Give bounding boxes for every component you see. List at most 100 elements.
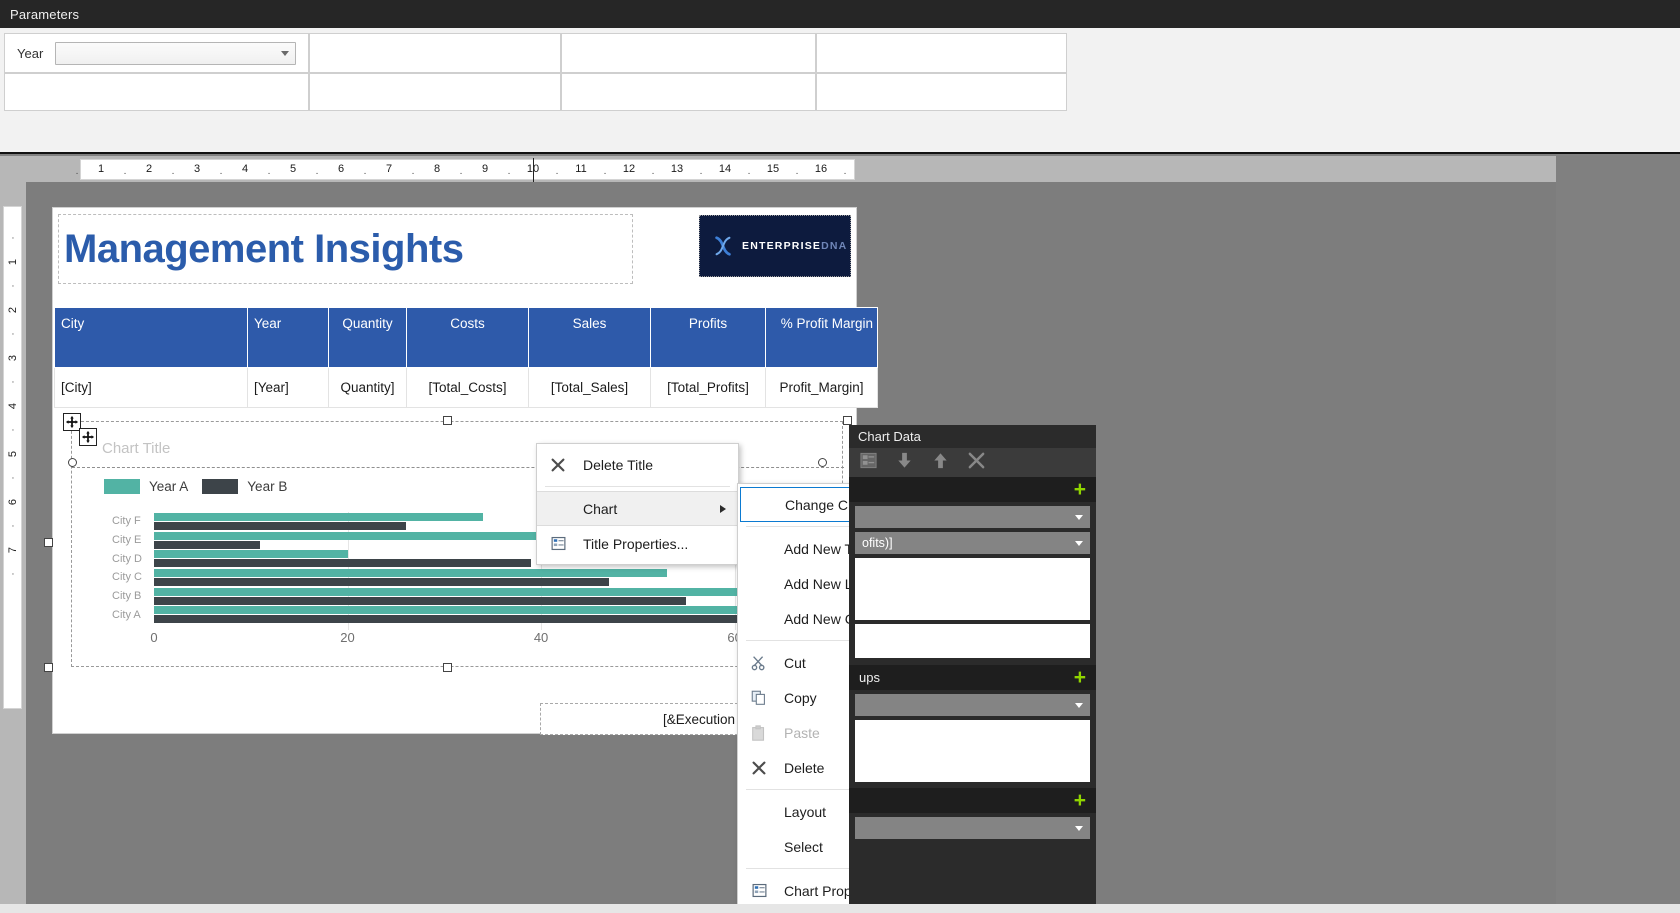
- chevron-down-icon[interactable]: [1075, 540, 1083, 546]
- panel-field-row-profits[interactable]: ofits)]: [855, 532, 1090, 554]
- selection-handle-bottom-left[interactable]: [44, 663, 53, 672]
- panel-field-row-blank-3[interactable]: [855, 817, 1090, 839]
- ruler-mark-3: 3: [193, 163, 201, 175]
- chart-bar[interactable]: [154, 550, 348, 559]
- report-title-textbox[interactable]: Management Insights: [58, 214, 633, 284]
- table-cell-quantity[interactable]: Quantity]: [328, 367, 407, 408]
- parameters-grid: Year: [4, 33, 1067, 111]
- add-field-button-category-groups[interactable]: +: [1074, 667, 1086, 688]
- panel-values-list-extra[interactable]: [855, 624, 1090, 658]
- panel-field-row-blank-1[interactable]: [855, 506, 1090, 528]
- chevron-down-icon[interactable]: [1075, 514, 1083, 520]
- selection-handle-top-center[interactable]: [443, 416, 452, 425]
- legend-swatch-year-a: [104, 479, 140, 494]
- parameter-label-year: Year: [17, 45, 44, 61]
- chevron-down-icon[interactable]: [1075, 702, 1083, 708]
- report-tablix[interactable]: City Year Quantity Costs Sales Profits %…: [54, 307, 878, 408]
- ruler-minor-tick: ·: [315, 168, 319, 179]
- parameter-cell-empty-2[interactable]: [561, 33, 816, 73]
- panel-field-row-blank-2[interactable]: [855, 694, 1090, 716]
- menu-item-delete-title[interactable]: Delete Title: [537, 447, 738, 482]
- chart-bar[interactable]: [154, 569, 667, 577]
- ruler-v-minor-tick: ·: [7, 284, 18, 288]
- chart-bar[interactable]: [154, 559, 532, 568]
- ruler-minor-tick: ·: [747, 168, 751, 179]
- properties-icon[interactable]: [859, 451, 878, 475]
- parameter-cell-empty-3[interactable]: [816, 33, 1067, 73]
- ruler-mark-12: 12: [622, 163, 636, 175]
- table-cell-costs[interactable]: [Total_Costs]: [406, 367, 529, 408]
- legend-item-year-b[interactable]: Year B: [202, 479, 287, 494]
- ruler-v-mark-1: 1: [6, 258, 19, 266]
- add-field-button-values[interactable]: +: [1074, 479, 1086, 500]
- table-row: [City] [Year] Quantity] [Total_Costs] [T…: [54, 367, 878, 408]
- chart-data-toolbar[interactable]: [849, 448, 1096, 477]
- table-cell-year[interactable]: [Year]: [247, 367, 329, 408]
- table-header-profits[interactable]: Profits: [650, 307, 766, 368]
- parameter-cell-empty-7[interactable]: [816, 73, 1067, 111]
- table-cell-city[interactable]: [City]: [54, 367, 248, 408]
- chart-move-grip-inner[interactable]: [79, 428, 97, 446]
- add-field-button-series-groups[interactable]: +: [1074, 790, 1086, 811]
- chart-bar[interactable]: [154, 578, 609, 586]
- menu-item-title-properties[interactable]: Title Properties...: [537, 526, 738, 561]
- panel-category-groups-list[interactable]: [855, 720, 1090, 782]
- chart-legend[interactable]: Year A Year B: [104, 479, 287, 494]
- chart-bar[interactable]: [154, 513, 483, 521]
- panel-values-list[interactable]: [855, 558, 1090, 620]
- legend-item-year-a[interactable]: Year A: [104, 479, 188, 494]
- vertical-ruler-scale[interactable]: 1 · 2 · 3 · 4 · 5 · 6 · 7 · ·: [3, 206, 22, 709]
- selection-handle-top-right[interactable]: [843, 416, 852, 425]
- table-header-city[interactable]: City: [54, 307, 248, 368]
- chart-bar[interactable]: [154, 596, 687, 605]
- parameter-cell-empty-6[interactable]: [561, 73, 816, 111]
- footer-text: [&Execution: [662, 711, 736, 727]
- ruler-minor-tick: ·: [171, 168, 175, 179]
- panel-field-label: ofits)]: [862, 536, 893, 550]
- selection-handle-left-center[interactable]: [44, 538, 53, 547]
- selection-handle-mid-right[interactable]: [818, 458, 827, 467]
- logo-text: ENTERPRISEDNA: [742, 240, 847, 252]
- context-menu[interactable]: Delete Title Chart Title Properties...: [536, 443, 739, 565]
- year-dropdown[interactable]: [55, 41, 296, 65]
- table-header-sales[interactable]: Sales: [528, 307, 651, 368]
- chart-bar[interactable]: [154, 540, 261, 549]
- chart-bar[interactable]: [154, 522, 406, 530]
- parameter-cell-empty-5[interactable]: [309, 73, 561, 111]
- ruler-minor-tick: ·: [123, 168, 127, 179]
- selection-handle-mid-left[interactable]: [68, 458, 77, 467]
- menu-item-chart[interactable]: Chart: [537, 491, 738, 526]
- chart-data-panel[interactable]: Chart Data + ofits)] ups + +: [849, 425, 1096, 913]
- horizontal-ruler-scale[interactable]: 1·2·3·4·5·6·7·8·9·10·11·12·13·14·15·16··: [75, 159, 855, 180]
- legend-label-year-b: Year B: [247, 479, 288, 494]
- ruler-mark-13: 13: [670, 163, 684, 175]
- ruler-minor-tick: ·: [555, 168, 559, 179]
- legend-swatch-year-b: [202, 479, 239, 494]
- ruler-mark-5: 5: [289, 163, 297, 175]
- table-header-profit-margin[interactable]: % Profit Margin: [765, 307, 878, 368]
- panel-group-header-series-groups[interactable]: +: [849, 788, 1096, 813]
- selection-handle-bottom-center[interactable]: [443, 663, 452, 672]
- parameters-pane-title: Parameters: [10, 6, 80, 22]
- move-down-icon[interactable]: [895, 451, 914, 475]
- move-up-icon[interactable]: [931, 451, 950, 475]
- chart-title-text[interactable]: Chart Title: [102, 440, 170, 457]
- chevron-down-icon: [281, 50, 289, 56]
- ruler-minor-tick: ·: [699, 168, 703, 179]
- parameter-cell-empty-4[interactable]: [4, 73, 309, 111]
- report-logo[interactable]: ENTERPRISEDNA: [699, 215, 851, 277]
- table-cell-profit-margin[interactable]: Profit_Margin]: [765, 367, 878, 408]
- table-cell-profits[interactable]: [Total_Profits]: [650, 367, 766, 408]
- table-header-year[interactable]: Year: [247, 307, 329, 368]
- panel-group-header-values[interactable]: +: [849, 477, 1096, 502]
- parameter-cell-empty-1[interactable]: [309, 33, 561, 73]
- chart-category-label: City A: [112, 608, 141, 621]
- paste-icon: [748, 722, 770, 744]
- chevron-down-icon[interactable]: [1075, 825, 1083, 831]
- table-cell-sales[interactable]: [Total_Sales]: [528, 367, 651, 408]
- menu-item-label: Delete Title: [583, 456, 654, 473]
- table-header-quantity[interactable]: Quantity: [328, 307, 407, 368]
- remove-x-icon[interactable]: [967, 451, 986, 475]
- table-header-costs[interactable]: Costs: [406, 307, 529, 368]
- panel-group-header-category-groups[interactable]: ups +: [849, 665, 1096, 690]
